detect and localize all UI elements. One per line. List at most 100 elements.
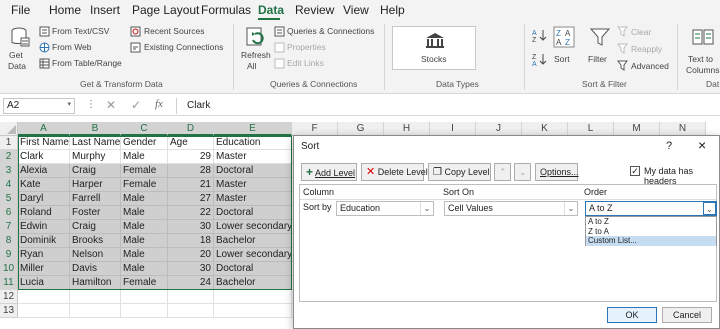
cell[interactable]: Gender: [121, 136, 168, 150]
row-header[interactable]: 1: [0, 136, 18, 150]
cell[interactable]: Master: [214, 192, 292, 206]
recent-sources-button[interactable]: Recent Sources: [144, 26, 204, 36]
cell[interactable]: Male: [121, 150, 168, 164]
add-level-button[interactable]: + Add Level: [301, 163, 357, 181]
menu-view[interactable]: View: [343, 3, 369, 17]
row-header[interactable]: 9: [0, 248, 18, 262]
column-header[interactable]: A: [18, 122, 70, 136]
cell[interactable]: [214, 304, 292, 318]
cell[interactable]: Education: [214, 136, 292, 150]
cell[interactable]: [18, 304, 70, 318]
cell[interactable]: Doctoral: [214, 164, 292, 178]
stocks-gallery[interactable]: Stocks: [392, 26, 476, 70]
cell[interactable]: Male: [121, 234, 168, 248]
cell[interactable]: Nelson: [70, 248, 121, 262]
cancel-icon[interactable]: ✕: [106, 98, 116, 112]
sort-za-icon[interactable]: ZA: [531, 52, 547, 66]
column-header[interactable]: G: [338, 122, 384, 136]
column-header[interactable]: B: [70, 122, 121, 136]
cell[interactable]: 28: [168, 164, 214, 178]
reapply-button[interactable]: Reapply: [631, 44, 662, 54]
row-header[interactable]: 6: [0, 206, 18, 220]
cell[interactable]: Miller: [18, 262, 70, 276]
cell[interactable]: Master: [214, 150, 292, 164]
refresh-all-button[interactable]: Refresh All: [238, 24, 272, 76]
get-data-button[interactable]: Get Data: [6, 24, 34, 76]
cell[interactable]: 30: [168, 262, 214, 276]
menu-insert[interactable]: Insert: [90, 3, 120, 17]
clear-button[interactable]: Clear: [631, 27, 651, 37]
column-header[interactable]: F: [292, 122, 338, 136]
sort-on-select[interactable]: Cell Values ⌄: [444, 201, 578, 216]
cell[interactable]: Edwin: [18, 220, 70, 234]
cell[interactable]: 29: [168, 150, 214, 164]
row-header[interactable]: 7: [0, 220, 18, 234]
cell[interactable]: 24: [168, 276, 214, 290]
cell[interactable]: [70, 290, 121, 304]
cell[interactable]: Harper: [70, 178, 121, 192]
cell[interactable]: Master: [214, 178, 292, 192]
order-option-custom-list[interactable]: Custom List...: [586, 236, 716, 246]
copy-level-button[interactable]: ❐ Copy Level: [428, 163, 491, 181]
headers-checkbox[interactable]: ✓: [630, 166, 640, 176]
menu-home[interactable]: Home: [49, 3, 81, 17]
move-up-button[interactable]: ⌃: [494, 163, 511, 181]
cell[interactable]: [121, 290, 168, 304]
menu-file[interactable]: File: [11, 3, 30, 17]
from-text-csv-button[interactable]: From Text/CSV: [52, 26, 109, 36]
column-header[interactable]: M: [614, 122, 660, 136]
cell[interactable]: Davis: [70, 262, 121, 276]
cell[interactable]: Bachelor: [214, 276, 292, 290]
order-option-a-z[interactable]: A to Z: [586, 217, 716, 227]
insert-function-icon[interactable]: fx: [155, 98, 163, 110]
row-header[interactable]: 2: [0, 150, 18, 164]
cell[interactable]: Clark: [18, 150, 70, 164]
cell[interactable]: [70, 304, 121, 318]
cell[interactable]: [121, 304, 168, 318]
cell[interactable]: Ryan: [18, 248, 70, 262]
name-box-dropdown-icon[interactable]: ▾: [67, 100, 71, 108]
row-header[interactable]: 5: [0, 192, 18, 206]
row-header[interactable]: 12: [0, 290, 18, 304]
cell[interactable]: Foster: [70, 206, 121, 220]
cell[interactable]: Male: [121, 262, 168, 276]
help-button[interactable]: ?: [666, 140, 672, 152]
cell[interactable]: 22: [168, 206, 214, 220]
cell[interactable]: Female: [121, 276, 168, 290]
menu-page-layout[interactable]: Page Layout: [132, 3, 199, 17]
cell[interactable]: Hamilton: [70, 276, 121, 290]
column-select[interactable]: Education ⌄: [336, 201, 434, 216]
cell[interactable]: 21: [168, 178, 214, 192]
options-button[interactable]: Options...: [535, 163, 579, 181]
properties-button[interactable]: Properties: [287, 42, 326, 52]
filter-button[interactable]: Filter: [587, 24, 613, 76]
row-header[interactable]: 13: [0, 304, 18, 318]
sort-button[interactable]: ZAAZ Sort: [551, 24, 577, 76]
row-header[interactable]: 11: [0, 276, 18, 290]
close-button[interactable]: ×: [698, 137, 706, 153]
row-header[interactable]: 4: [0, 178, 18, 192]
queries-connections-button[interactable]: Queries & Connections: [287, 26, 374, 36]
cell[interactable]: Lucia: [18, 276, 70, 290]
column-header[interactable]: E: [214, 122, 292, 136]
cell[interactable]: Brooks: [70, 234, 121, 248]
cell[interactable]: Doctoral: [214, 262, 292, 276]
move-down-button[interactable]: ⌄: [514, 163, 531, 181]
cell[interactable]: 30: [168, 220, 214, 234]
ok-button[interactable]: OK: [607, 307, 657, 323]
existing-connections-button[interactable]: Existing Connections: [144, 42, 223, 52]
edit-links-button[interactable]: Edit Links: [287, 58, 324, 68]
cell[interactable]: Last Name: [70, 136, 121, 150]
row-header[interactable]: 8: [0, 234, 18, 248]
cell[interactable]: Bachelor: [214, 234, 292, 248]
cell[interactable]: Murphy: [70, 150, 121, 164]
cancel-button[interactable]: Cancel: [662, 307, 712, 323]
formula-input[interactable]: Clark: [187, 100, 210, 111]
menu-data[interactable]: Data: [258, 3, 284, 17]
cell[interactable]: Female: [121, 164, 168, 178]
cell[interactable]: Male: [121, 192, 168, 206]
column-header[interactable]: L: [568, 122, 614, 136]
cell[interactable]: First Name: [18, 136, 70, 150]
cell[interactable]: Doctoral: [214, 206, 292, 220]
order-select[interactable]: A to Z ⌄: [585, 201, 717, 216]
